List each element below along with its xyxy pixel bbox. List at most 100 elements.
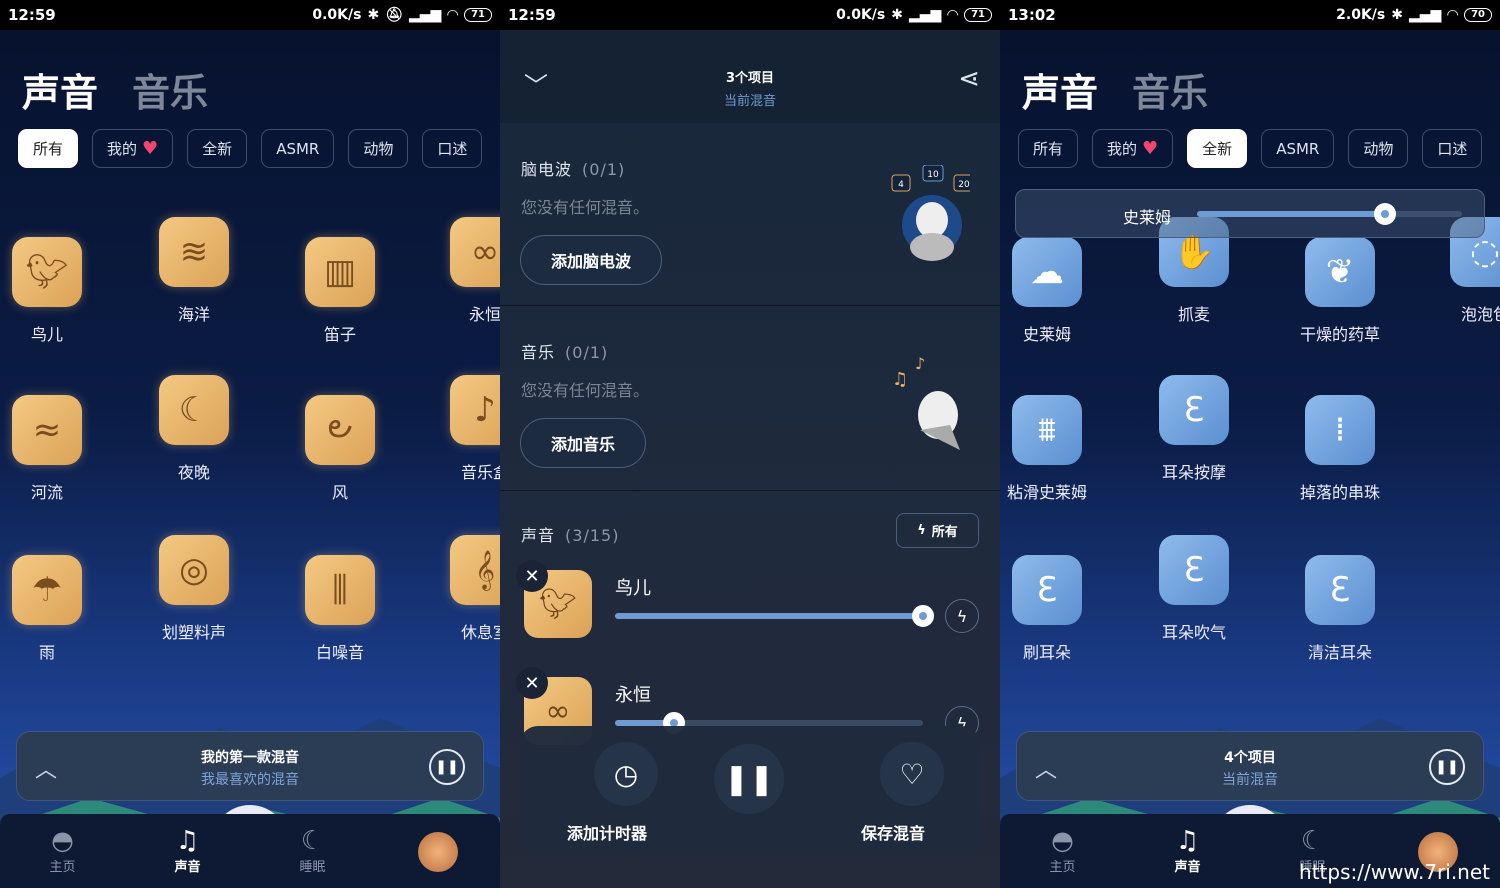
mix-header: ﹀ 3个项目 当前混音 ⋖: [500, 30, 1000, 123]
add-music-button[interactable]: 添加音乐: [520, 418, 647, 468]
sound-label: 干燥的药草: [1299, 325, 1380, 344]
mini-player[interactable]: ︿ 4个项目 当前混音 ❚❚: [1016, 731, 1484, 801]
filter-chip[interactable]: 全新: [1187, 129, 1248, 168]
sound-item[interactable]: ❦ 干燥的药草: [1280, 237, 1400, 345]
brainwave-empty-text: 您没有任何混音。: [521, 198, 650, 217]
sound-item[interactable]: ≈ 河流: [0, 395, 107, 503]
sound-label: 掉落的串珠: [1299, 483, 1380, 502]
wind-icon: ౿: [305, 395, 375, 465]
sound-item[interactable]: ⫼ 白噪音: [280, 555, 400, 663]
net-speed: 0.0K/s: [836, 7, 886, 23]
battery-icon: 70: [1464, 8, 1492, 22]
sound-label: 粘滑史莱姆: [1006, 483, 1087, 502]
all-label: 所有: [931, 525, 958, 540]
nav-label: 睡眠: [299, 860, 326, 875]
sound-item[interactable]: ≋ 海洋: [134, 217, 254, 325]
ocean-icon: ≋: [159, 217, 229, 287]
filter-chip[interactable]: 我的 ♥: [1092, 129, 1174, 168]
tab-sounds[interactable]: 声音: [1022, 62, 1098, 117]
status-bar: 12:59 0.0K/s ✱ 🔕︎ ▂▄▆ ◠ 71: [0, 0, 500, 30]
sound-label: 史莱姆: [1022, 325, 1071, 344]
pause-button[interactable]: ❚❚: [429, 749, 465, 785]
sound-label: 休息室: [460, 623, 500, 642]
avatar[interactable]: [417, 832, 458, 872]
sound-item[interactable]: 🐦︎ 鸟儿: [0, 237, 107, 345]
save-mix-button[interactable]: ♡ 保存混音: [861, 742, 963, 844]
filter-chip[interactable]: 所有: [1018, 129, 1079, 168]
slider-handle[interactable]: [1374, 203, 1397, 225]
filter-chip[interactable]: ASMR: [1261, 129, 1335, 168]
music-heading: 音乐 (0/1): [521, 343, 609, 362]
nav-sounds[interactable]: ♫ 声音: [125, 814, 250, 888]
sound-item[interactable]: ♪ 音乐盒: [425, 375, 500, 483]
sound-label: 刷耳朵: [1022, 643, 1071, 662]
remove-icon[interactable]: ✕: [516, 560, 548, 592]
battery-icon: 71: [964, 8, 992, 22]
white-noise-icon: ⫼: [305, 555, 375, 625]
sound-item[interactable]: ∞ 永恒: [425, 217, 500, 325]
filter-chip[interactable]: 口述: [422, 129, 483, 168]
sound-label: 雨: [38, 643, 55, 662]
sound-item[interactable]: ℇ 刷耳朵: [1000, 555, 1107, 663]
share-icon[interactable]: ⋖: [958, 64, 980, 94]
filter-label: 动物: [363, 140, 394, 158]
home-icon: ◓: [1051, 826, 1074, 856]
lightning-icon[interactable]: ϟ: [945, 599, 979, 633]
sound-label: 永恒: [468, 305, 500, 324]
river-icon: ≈: [12, 395, 82, 465]
bluetooth-icon: ✱: [1391, 7, 1403, 23]
sound-item[interactable]: ⁞ 掉落的串珠: [1280, 395, 1400, 503]
nav-sounds[interactable]: ♫ 声音: [1125, 814, 1250, 888]
svg-text:♫: ♫: [892, 369, 908, 390]
mini-player[interactable]: ︿ 我的第一款混音 我最喜欢的混音 ❚❚: [16, 731, 484, 801]
volume-slider[interactable]: [1197, 203, 1462, 225]
add-brainwave-button[interactable]: 添加脑电波: [520, 235, 663, 285]
filter-chip[interactable]: 我的 ♥: [92, 129, 174, 168]
screen-sounds-all: 12:59 0.0K/s ✱ 🔕︎ ▂▄▆ ◠ 71 声音 音乐 所有 我的 ♥ 全新 ASMR 动物 口…: [0, 0, 500, 888]
nav-home[interactable]: ◓ 主页: [0, 814, 125, 888]
filter-chip[interactable]: 动物: [1348, 129, 1409, 168]
add-timer-button[interactable]: ◷ 添加计时器: [567, 742, 677, 844]
filter-chip[interactable]: 所有: [18, 129, 79, 168]
all-boost-button[interactable]: ϟ 所有: [896, 513, 979, 548]
tab-music[interactable]: 音乐: [1132, 62, 1208, 117]
flute-icon: ▥: [305, 237, 375, 307]
sound-item[interactable]: ⩩ 粘滑史莱姆: [1000, 395, 1107, 503]
sound-item[interactable]: ℇ 耳朵吹气: [1134, 535, 1254, 643]
sound-item[interactable]: ☁ 史莱姆: [1000, 237, 1107, 345]
filter-chip[interactable]: ASMR: [261, 129, 335, 168]
sound-item[interactable]: ℇ 耳朵按摩: [1134, 375, 1254, 483]
tab-sounds[interactable]: 声音: [22, 62, 98, 117]
sound-item[interactable]: ℇ 清洁耳朵: [1280, 555, 1400, 663]
sound-item[interactable]: 𝄞 休息室: [425, 535, 500, 643]
volume-slider[interactable]: [615, 605, 934, 627]
sound-item[interactable]: ◎ 划塑料声: [134, 535, 254, 643]
clock: 13:02: [1008, 6, 1056, 24]
nav-profile[interactable]: [375, 814, 500, 888]
sound-item[interactable]: ౿ 风: [280, 395, 400, 503]
sound-item[interactable]: ▥ 笛子: [280, 237, 400, 345]
bluetooth-icon: ✱: [367, 7, 380, 23]
playback-controls: ◷ 添加计时器 ❚❚ ♡ 保存混音: [520, 726, 980, 854]
filter-chip[interactable]: 全新: [187, 129, 248, 168]
sound-item[interactable]: ☂ 雨: [0, 555, 107, 663]
filter-chip[interactable]: 动物: [348, 129, 409, 168]
nav-sleep[interactable]: ☾ 睡眠: [250, 814, 375, 888]
nav-home[interactable]: ◓ 主页: [1000, 814, 1125, 888]
sound-label: 划塑料声: [161, 623, 226, 642]
screen-current-mix: 12:59 0.0K/s ✱ ▂▄▆ ◠ 71 ﹀ 3个项目 当前混音 ⋖ 脑电波 (0/1…: [500, 0, 1000, 888]
moon-icon: ☾: [300, 826, 325, 856]
sound-item[interactable]: ☾ 夜晚: [134, 375, 254, 483]
remove-icon[interactable]: ✕: [516, 667, 548, 699]
filter-chip[interactable]: 口述: [1422, 129, 1483, 168]
filter-label: 口述: [1437, 140, 1468, 158]
ear-massage-icon: ℇ: [1159, 375, 1229, 445]
slider-handle[interactable]: [912, 605, 934, 627]
pause-button[interactable]: ❚❚: [714, 744, 784, 814]
clean-ear-icon: ℇ: [1305, 555, 1375, 625]
filter-label: 全新: [202, 140, 233, 158]
tab-music[interactable]: 音乐: [132, 62, 208, 117]
timer-label: 添加计时器: [566, 824, 647, 843]
sounds-heading: 声音 (3/15): [521, 526, 620, 545]
pause-button[interactable]: ❚❚: [1429, 749, 1465, 785]
